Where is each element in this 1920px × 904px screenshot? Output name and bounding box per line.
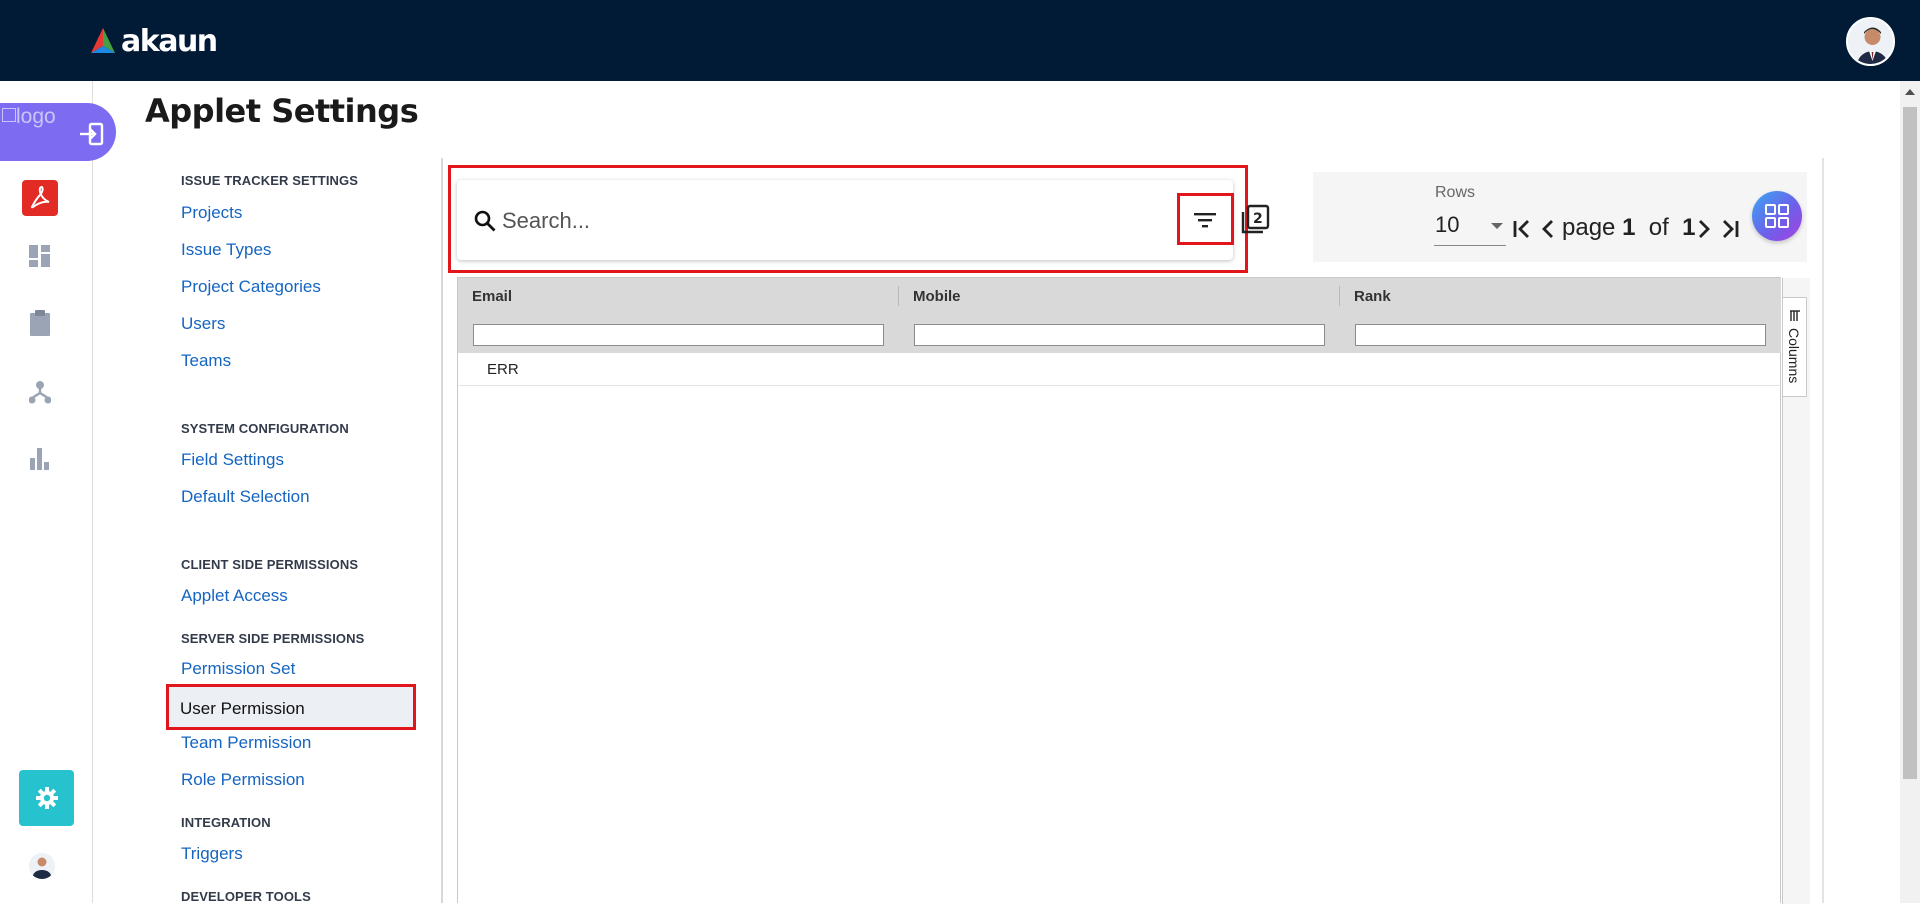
nav-item-users[interactable]: Users — [181, 314, 225, 334]
rail-user-avatar[interactable] — [29, 853, 55, 879]
pdf-applet-icon[interactable] — [22, 180, 58, 216]
bar-chart-icon[interactable] — [22, 441, 58, 477]
user-avatar[interactable] — [1846, 17, 1895, 66]
chevron-left-icon — [1542, 220, 1553, 238]
content-right-divider — [1822, 158, 1824, 903]
page-scrollbar[interactable] — [1900, 81, 1920, 903]
nav-heading-issue-tracker: ISSUE TRACKER SETTINGS — [181, 173, 358, 188]
nav-item-role-permission[interactable]: Role Permission — [181, 770, 305, 790]
columns-icon — [1790, 310, 1800, 321]
scroll-up-arrow-icon[interactable] — [1905, 89, 1915, 95]
nav-heading-server-side-permissions: SERVER SIDE PERMISSIONS — [181, 631, 365, 646]
nav-item-issue-types[interactable]: Issue Types — [181, 240, 271, 260]
user-avatar-photo-icon — [1848, 19, 1893, 64]
saved-filters-icon[interactable]: 2 — [1240, 204, 1270, 236]
columns-side-tab[interactable]: Columns — [1782, 297, 1807, 397]
logo-alt-text: logo — [16, 105, 56, 128]
nav-item-triggers[interactable]: Triggers — [181, 844, 243, 864]
rank-column-filter[interactable] — [1355, 324, 1766, 346]
next-page-button[interactable] — [1693, 216, 1715, 242]
nav-heading-client-side-permissions: CLIENT SIDE PERMISSIONS — [181, 557, 359, 572]
nav-divider — [441, 158, 443, 903]
page-word: page — [1562, 214, 1616, 241]
first-page-icon — [1513, 220, 1529, 238]
filter-icon[interactable] — [1193, 210, 1217, 230]
dashboard-icon[interactable] — [22, 238, 58, 274]
nav-heading-integration: INTEGRATION — [181, 815, 271, 830]
last-page-icon — [1723, 220, 1739, 238]
first-page-button[interactable] — [1511, 216, 1533, 242]
user-permission-grid: Email Mobile Rank ERR — [457, 277, 1810, 904]
nav-heading-system-configuration: SYSTEM CONFIGURATION — [181, 421, 349, 436]
nav-item-field-settings[interactable]: Field Settings — [181, 450, 284, 470]
mobile-column-filter[interactable] — [914, 324, 1325, 346]
column-separator[interactable] — [898, 286, 899, 306]
nav-item-projects[interactable]: Projects — [181, 203, 242, 223]
nav-item-teams[interactable]: Teams — [181, 351, 231, 371]
previous-page-button[interactable] — [1537, 216, 1559, 242]
search-icon — [474, 210, 496, 232]
column-header-mobile[interactable]: Mobile — [913, 288, 961, 305]
email-column-filter[interactable] — [473, 324, 884, 346]
column-header-email[interactable]: Email — [472, 288, 512, 305]
column-separator[interactable] — [1339, 286, 1340, 306]
nav-item-team-permission[interactable]: Team Permission — [181, 733, 311, 753]
nav-item-permission-set[interactable]: Permission Set — [181, 659, 295, 679]
chevron-right-icon — [1699, 220, 1710, 238]
gear-icon — [35, 787, 58, 809]
clipboard-icon[interactable] — [22, 305, 58, 341]
nav-item-user-permission[interactable]: User Permission — [166, 684, 416, 730]
columns-tab-label: Columns — [1786, 328, 1802, 384]
nav-heading-developer-tools: DEVELOPER TOOLS — [181, 889, 311, 904]
nav-item-project-categories[interactable]: Project Categories — [181, 277, 321, 297]
chevron-down-icon — [1491, 223, 1503, 229]
brand-logo[interactable]: akaun — [88, 23, 218, 59]
workflow-icon[interactable] — [22, 374, 58, 410]
akaun-logo-icon — [91, 28, 115, 53]
grid-view-toggle-button[interactable] — [1752, 191, 1802, 241]
broken-image-icon — [2, 108, 16, 122]
last-page-button[interactable] — [1719, 216, 1741, 242]
pagination-status: page 1 of 1 — [1562, 214, 1695, 242]
top-bar: akaun — [0, 0, 1920, 81]
brand-name: akaun — [121, 23, 218, 59]
search-bar — [457, 180, 1233, 260]
grid-view-icon — [1765, 204, 1789, 228]
current-page-number: 1 — [1622, 214, 1636, 241]
email-cell: ERR — [487, 361, 519, 378]
scrollbar-thumb[interactable] — [1903, 107, 1917, 779]
search-input[interactable] — [502, 201, 1142, 241]
rows-label: Rows — [1435, 184, 1476, 201]
svg-text:2: 2 — [1253, 211, 1263, 227]
table-row[interactable]: ERR — [458, 353, 1781, 386]
rail-avatar-photo-icon — [29, 853, 55, 879]
settings-button[interactable] — [19, 770, 74, 826]
applet-logo-broken-image: logo — [2, 106, 56, 128]
column-header-rank[interactable]: Rank — [1354, 288, 1391, 305]
nav-item-applet-access[interactable]: Applet Access — [181, 586, 288, 606]
page-title: Applet Settings — [145, 92, 419, 130]
rows-per-page-value: 10 — [1435, 212, 1460, 237]
login-icon[interactable] — [76, 118, 108, 150]
nav-item-default-selection[interactable]: Default Selection — [181, 487, 310, 507]
nav-item-user-permission-label: User Permission — [180, 699, 305, 718]
grid-header: Email Mobile Rank — [458, 278, 1781, 353]
of-word: of — [1648, 214, 1669, 241]
rows-per-page-select[interactable]: 10 — [1434, 208, 1506, 246]
